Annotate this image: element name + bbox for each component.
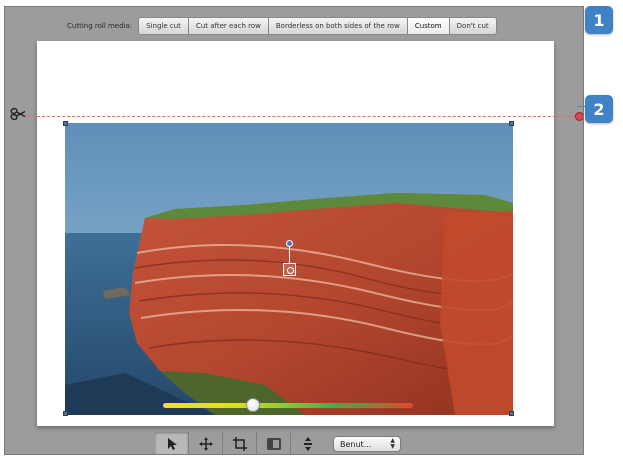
cutting-roll-media-label: Cutting roll media: bbox=[67, 22, 133, 30]
select-arrow-icon bbox=[167, 438, 177, 450]
quality-slider-knob[interactable] bbox=[246, 398, 260, 412]
pan-zoom-icon bbox=[304, 437, 312, 451]
photo-corner-handle-br[interactable] bbox=[509, 411, 514, 416]
cut-option-single[interactable]: Single cut bbox=[138, 17, 189, 35]
cut-option-custom[interactable]: Custom bbox=[407, 17, 450, 35]
tool-dropdown[interactable]: Benut... ▲ ▼ bbox=[333, 436, 401, 452]
cutting-roll-media-control: Cutting roll media: Single cut Cut after… bbox=[63, 17, 497, 35]
scissors-icon bbox=[10, 107, 26, 121]
rotate-handle[interactable] bbox=[286, 240, 293, 247]
photo-corner-handle-tr[interactable] bbox=[509, 121, 514, 126]
pan-zoom-tool-button[interactable] bbox=[291, 432, 325, 454]
frame-tool-button[interactable] bbox=[257, 432, 291, 454]
updown-arrows-icon: ▲ ▼ bbox=[390, 437, 395, 450]
cut-line[interactable] bbox=[27, 116, 581, 117]
bottom-toolbar: Benut... ▲ ▼ bbox=[155, 431, 401, 454]
cut-option-each-row[interactable]: Cut after each row bbox=[188, 17, 269, 35]
photo-corner-handle-bl[interactable] bbox=[63, 411, 68, 416]
photo-corner-handle-tl[interactable] bbox=[63, 121, 68, 126]
quality-slider-track[interactable] bbox=[163, 403, 413, 408]
print-preview-window: Cutting roll media: Single cut Cut after… bbox=[4, 6, 584, 455]
rotate-handle-stem bbox=[289, 245, 290, 263]
frame-icon bbox=[266, 438, 281, 450]
move-tool-button[interactable] bbox=[189, 432, 223, 454]
cut-option-borderless[interactable]: Borderless on both sides of the row bbox=[268, 17, 408, 35]
callout-badge-1: 1 bbox=[585, 6, 613, 34]
callout-badge-2: 2 bbox=[585, 95, 613, 123]
tool-dropdown-value: Benut... bbox=[340, 439, 372, 449]
cut-line-handle[interactable] bbox=[575, 112, 583, 121]
cut-option-dont-cut[interactable]: Don't cut bbox=[449, 17, 497, 35]
select-tool-button[interactable] bbox=[155, 432, 189, 454]
crop-icon bbox=[232, 437, 247, 451]
move-cross-icon bbox=[198, 437, 213, 451]
photo-center-handle[interactable] bbox=[283, 263, 296, 276]
crop-tool-button[interactable] bbox=[223, 432, 257, 454]
